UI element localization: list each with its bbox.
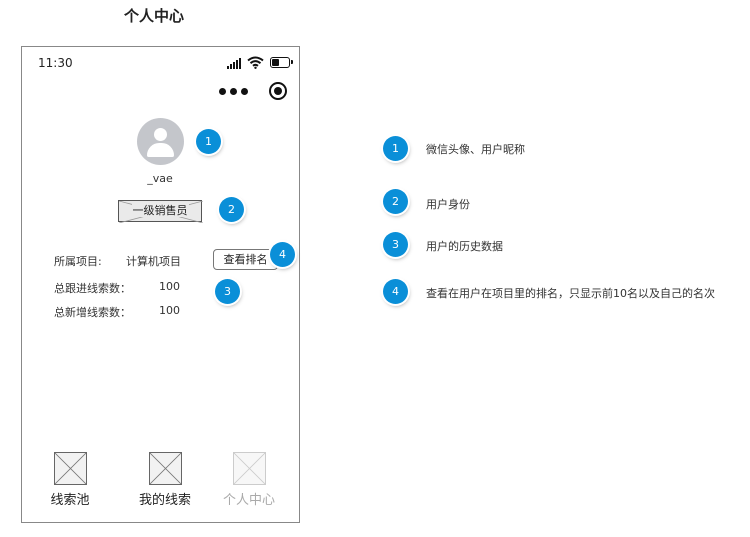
tab-lead-pool[interactable]: 线索池 xyxy=(40,452,100,508)
note-text: 查看在用户在项目里的排名，只显示前10名以及自己的名次 xyxy=(426,287,715,300)
more-menu-icon[interactable] xyxy=(219,88,248,95)
marker-badge: 2 xyxy=(219,197,244,222)
marker-badge: 3 xyxy=(215,279,240,304)
battery-icon xyxy=(270,57,293,68)
close-miniprogram-icon[interactable] xyxy=(269,82,287,100)
tab-label: 个人中心 xyxy=(222,493,275,508)
note-text: 微信头像、用户昵称 xyxy=(426,143,525,156)
role-label: 一级销售员 xyxy=(131,204,189,217)
nickname: _vae xyxy=(147,172,173,185)
tab-label: 线索池 xyxy=(50,493,90,508)
new-leads-label: 总新增线索数： xyxy=(54,306,131,319)
note-badge: 1 xyxy=(383,136,408,161)
note-badge: 4 xyxy=(383,279,408,304)
tab-my-leads[interactable]: 我的线索 xyxy=(135,452,195,508)
signal-icon xyxy=(227,57,241,69)
followed-leads-label: 总跟进线索数： xyxy=(54,282,131,295)
marker-badge: 1 xyxy=(196,129,221,154)
project-label: 所属项目: xyxy=(54,255,102,268)
marker-badge: 4 xyxy=(270,242,295,267)
tab-label: 我的线索 xyxy=(138,493,191,508)
note-text: 用户身份 xyxy=(426,198,470,211)
status-time: 11:30 xyxy=(38,56,73,70)
new-leads-value: 100 xyxy=(159,304,180,317)
status-icons xyxy=(227,56,293,69)
lead-pool-icon xyxy=(53,452,87,485)
role-badge: 一级销售员 xyxy=(118,200,203,223)
my-leads-icon xyxy=(148,452,182,485)
note-badge: 3 xyxy=(383,232,408,257)
profile-icon xyxy=(232,452,266,485)
tab-profile[interactable]: 个人中心 xyxy=(219,452,279,508)
page-title: 个人中心 xyxy=(124,7,185,25)
wifi-icon xyxy=(247,56,264,69)
phone-frame: 11:30 _vae 一级销售员 所属项目: 计算机项目 查看排名 总跟进线索数… xyxy=(21,46,300,523)
project-value: 计算机项目 xyxy=(126,255,181,268)
avatar xyxy=(137,118,184,165)
note-badge: 2 xyxy=(383,189,408,214)
view-rank-button[interactable]: 查看排名 xyxy=(213,249,278,270)
followed-leads-value: 100 xyxy=(159,280,180,293)
note-text: 用户的历史数据 xyxy=(426,240,503,253)
